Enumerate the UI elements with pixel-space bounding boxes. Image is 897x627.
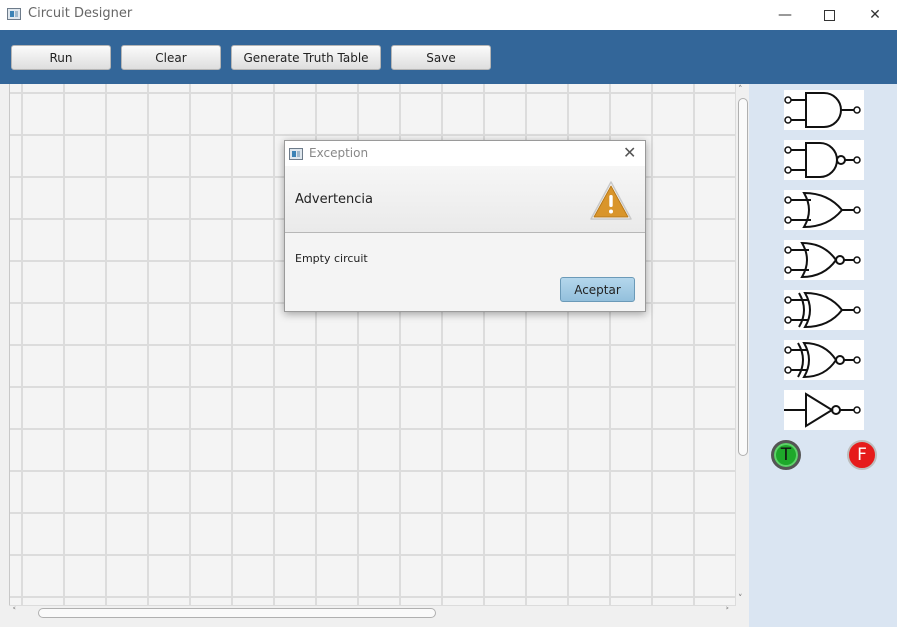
and-gate-icon[interactable] <box>784 90 864 130</box>
window-title: Circuit Designer <box>28 6 133 21</box>
xnor-gate-icon[interactable] <box>784 340 864 380</box>
horizontal-scroll-thumb[interactable] <box>38 608 436 618</box>
exception-dialog: Exception ✕ Advertencia Empty circuit Ac… <box>284 140 646 312</box>
maximize-button[interactable] <box>806 0 852 30</box>
vertical-scrollbar[interactable]: ˄ ˅ <box>735 84 749 606</box>
dialog-header: Advertencia <box>285 166 645 233</box>
minimize-icon: — <box>778 7 792 23</box>
xor-gate-icon[interactable] <box>784 290 864 330</box>
nand-gate-icon[interactable] <box>784 140 864 180</box>
close-icon: ✕ <box>869 7 881 23</box>
minimize-button[interactable]: — <box>762 0 808 30</box>
false-input-button[interactable]: F <box>847 440 877 470</box>
dialog-title: Exception <box>309 146 369 160</box>
accept-button[interactable]: Aceptar <box>560 277 635 302</box>
generate-truth-table-button[interactable]: Generate Truth Table <box>231 45 381 70</box>
false-input-label: F <box>857 445 867 465</box>
dialog-close-icon[interactable]: ✕ <box>623 144 636 162</box>
window-titlebar: Circuit Designer — ✕ <box>0 0 897 30</box>
clear-button[interactable]: Clear <box>121 45 221 70</box>
warning-icon <box>589 180 633 225</box>
scroll-down-icon[interactable]: ˅ <box>738 594 743 604</box>
toolbar: Run Clear Generate Truth Table Save <box>0 30 897 84</box>
app-icon <box>7 8 21 20</box>
dialog-message: Empty circuit <box>295 252 368 265</box>
not-gate-icon[interactable] <box>784 390 864 430</box>
vertical-scroll-thumb[interactable] <box>738 98 748 456</box>
or-gate-icon[interactable] <box>784 190 864 230</box>
dialog-titlebar: Exception ✕ <box>285 141 645 166</box>
nor-gate-icon[interactable] <box>784 240 864 280</box>
true-input-label: T <box>780 445 792 465</box>
horizontal-scrollbar[interactable]: ˂ ˃ <box>9 605 735 619</box>
close-button[interactable]: ✕ <box>852 0 897 30</box>
run-button[interactable]: Run <box>11 45 111 70</box>
scroll-right-icon[interactable]: ˃ <box>725 607 730 617</box>
scroll-left-icon[interactable]: ˂ <box>12 607 17 617</box>
gate-palette: T F <box>749 84 897 627</box>
dialog-heading: Advertencia <box>295 192 374 207</box>
scroll-up-icon[interactable]: ˄ <box>738 85 743 95</box>
save-button[interactable]: Save <box>391 45 491 70</box>
dialog-app-icon <box>289 148 303 160</box>
true-input-button[interactable]: T <box>771 440 801 470</box>
maximize-icon <box>823 9 835 21</box>
